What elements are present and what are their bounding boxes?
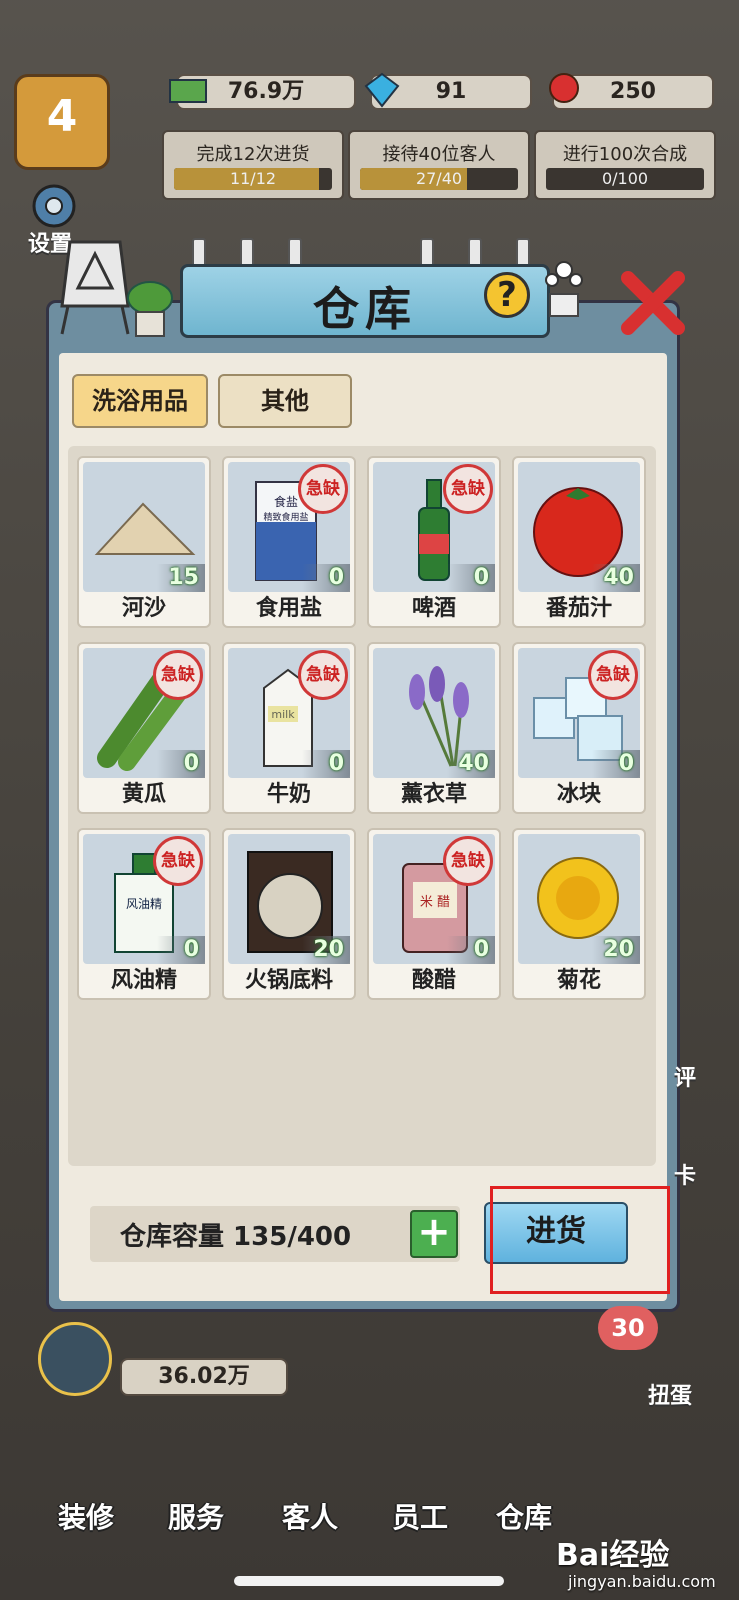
watermark: Bai经验 xyxy=(556,1538,670,1573)
task-label: 接待40位客人 xyxy=(382,144,496,165)
item-name: 薰衣草 xyxy=(400,782,467,807)
item-count: 0 xyxy=(447,936,495,964)
rose-counter: 250 xyxy=(549,73,714,110)
item-count: 40 xyxy=(447,750,495,778)
item-chrysanthemum[interactable]: 20 菊花 xyxy=(512,828,646,1000)
capacity-bar: 仓库容量 135/400 xyxy=(90,1206,460,1262)
watermark-url: jingyan.baidu.com xyxy=(568,1572,716,1591)
level-badge[interactable]: 4 xyxy=(14,74,110,170)
task-label: 进行100次合成 xyxy=(562,144,688,165)
svg-text:食盐: 食盐 xyxy=(274,494,298,509)
item-count: 20 xyxy=(302,936,350,964)
item-name: 啤酒 xyxy=(411,596,456,621)
expand-capacity-button[interactable]: + xyxy=(410,1210,458,1258)
item-name: 番茄汁 xyxy=(545,596,612,621)
gacha-count-badge: 30 xyxy=(598,1306,658,1350)
item-count: 20 xyxy=(592,936,640,964)
task-merge[interactable]: 进行100次合成 0/100 xyxy=(534,130,716,200)
side-label-gacha[interactable]: 扭蛋 xyxy=(648,1378,692,1410)
money-value: 76.9万 xyxy=(227,79,305,104)
urgent-badge: 急缺 xyxy=(153,650,203,700)
item-count: 0 xyxy=(447,564,495,592)
item-count: 0 xyxy=(157,750,205,778)
help-button[interactable]: ? xyxy=(484,272,530,318)
level-number: 4 xyxy=(46,91,78,142)
urgent-badge: 急缺 xyxy=(298,464,348,514)
item-name: 河沙 xyxy=(121,596,166,621)
side-label-review[interactable]: 评 xyxy=(674,1060,696,1092)
tab-other[interactable]: 其他 xyxy=(218,374,352,428)
item-name: 风油精 xyxy=(110,968,177,993)
diamond-value: 91 xyxy=(435,79,467,104)
urgent-badge: 急缺 xyxy=(443,836,493,886)
gear-icon[interactable] xyxy=(22,180,86,230)
item-count: 0 xyxy=(302,564,350,592)
urgent-badge: 急缺 xyxy=(588,650,638,700)
side-label-card[interactable]: 卡 xyxy=(674,1158,696,1190)
item-count: 0 xyxy=(157,936,205,964)
close-icon[interactable] xyxy=(618,268,688,338)
tab-bath-supplies[interactable]: 洗浴用品 xyxy=(72,374,208,428)
money-counter: 76.9万 xyxy=(169,74,356,110)
item-count: 0 xyxy=(302,750,350,778)
nav-service[interactable]: 服务 xyxy=(168,1496,224,1536)
item-name: 酸醋 xyxy=(411,968,456,993)
rose-value: 250 xyxy=(610,79,656,104)
svg-text:米 醋: 米 醋 xyxy=(420,894,450,910)
diamond-icon xyxy=(364,72,400,108)
item-count: 40 xyxy=(592,564,640,592)
item-count: 0 xyxy=(592,750,640,778)
video-icon[interactable] xyxy=(38,1322,112,1396)
caution-sign-icon xyxy=(60,240,130,335)
item-beer[interactable]: 急缺 0 啤酒 xyxy=(367,456,501,628)
cash-icon xyxy=(169,79,207,103)
item-river-sand[interactable]: 15 河沙 xyxy=(77,456,211,628)
diamond-counter: 91 xyxy=(364,72,532,110)
task-progress: 11/12 xyxy=(229,169,277,188)
item-name: 食用盐 xyxy=(255,596,322,621)
task-label: 完成12次进货 xyxy=(196,144,310,165)
question-icon: ? xyxy=(497,275,517,315)
item-ice[interactable]: 急缺 0 冰块 xyxy=(512,642,646,814)
item-name: 菊花 xyxy=(556,968,601,993)
item-name: 火锅底料 xyxy=(244,968,333,993)
item-cucumber[interactable]: 急缺 0 黄瓜 xyxy=(77,642,211,814)
nav-warehouse[interactable]: 仓库 xyxy=(496,1496,552,1536)
item-count: 15 xyxy=(157,564,205,592)
potted-plant-icon xyxy=(127,281,173,337)
task-restock[interactable]: 完成12次进货 11/12 xyxy=(162,130,344,200)
capacity-label: 仓库容量 135/400 xyxy=(120,1222,352,1252)
item-name: 牛奶 xyxy=(266,782,311,807)
nav-customers[interactable]: 客人 xyxy=(282,1496,338,1536)
task-progress: 0/100 xyxy=(601,169,649,188)
item-milk[interactable]: milk 急缺 0 牛奶 xyxy=(222,642,356,814)
item-name: 冰块 xyxy=(556,782,601,807)
task-customers[interactable]: 接待40位客人 27/40 xyxy=(348,130,530,200)
urgent-badge: 急缺 xyxy=(298,650,348,700)
task-progress: 27/40 xyxy=(415,169,463,188)
flower-pot-icon xyxy=(545,261,583,317)
bonus-money: 36.02万 xyxy=(120,1358,288,1396)
item-cooling-oil[interactable]: 风油精 急缺 0 风油精 xyxy=(77,828,211,1000)
item-name: 黄瓜 xyxy=(121,782,166,807)
highlight-frame xyxy=(490,1186,670,1294)
item-tomato-juice[interactable]: 40 番茄汁 xyxy=(512,456,646,628)
rose-icon xyxy=(549,73,579,103)
nav-decorate[interactable]: 装修 xyxy=(58,1496,114,1536)
item-hotpot-base[interactable]: 20 火锅底料 xyxy=(222,828,356,1000)
svg-text:milk: milk xyxy=(271,708,295,721)
nav-staff[interactable]: 员工 xyxy=(392,1496,448,1536)
item-salt[interactable]: 食盐 精致食用盐 急缺 0 食用盐 xyxy=(222,456,356,628)
svg-text:风油精: 风油精 xyxy=(126,897,162,911)
item-vinegar[interactable]: 米 醋 急缺 0 酸醋 xyxy=(367,828,501,1000)
svg-text:精致食用盐: 精致食用盐 xyxy=(263,511,308,523)
item-lavender[interactable]: 40 薰衣草 xyxy=(367,642,501,814)
urgent-badge: 急缺 xyxy=(153,836,203,886)
home-indicator[interactable] xyxy=(234,1576,504,1586)
urgent-badge: 急缺 xyxy=(443,464,493,514)
